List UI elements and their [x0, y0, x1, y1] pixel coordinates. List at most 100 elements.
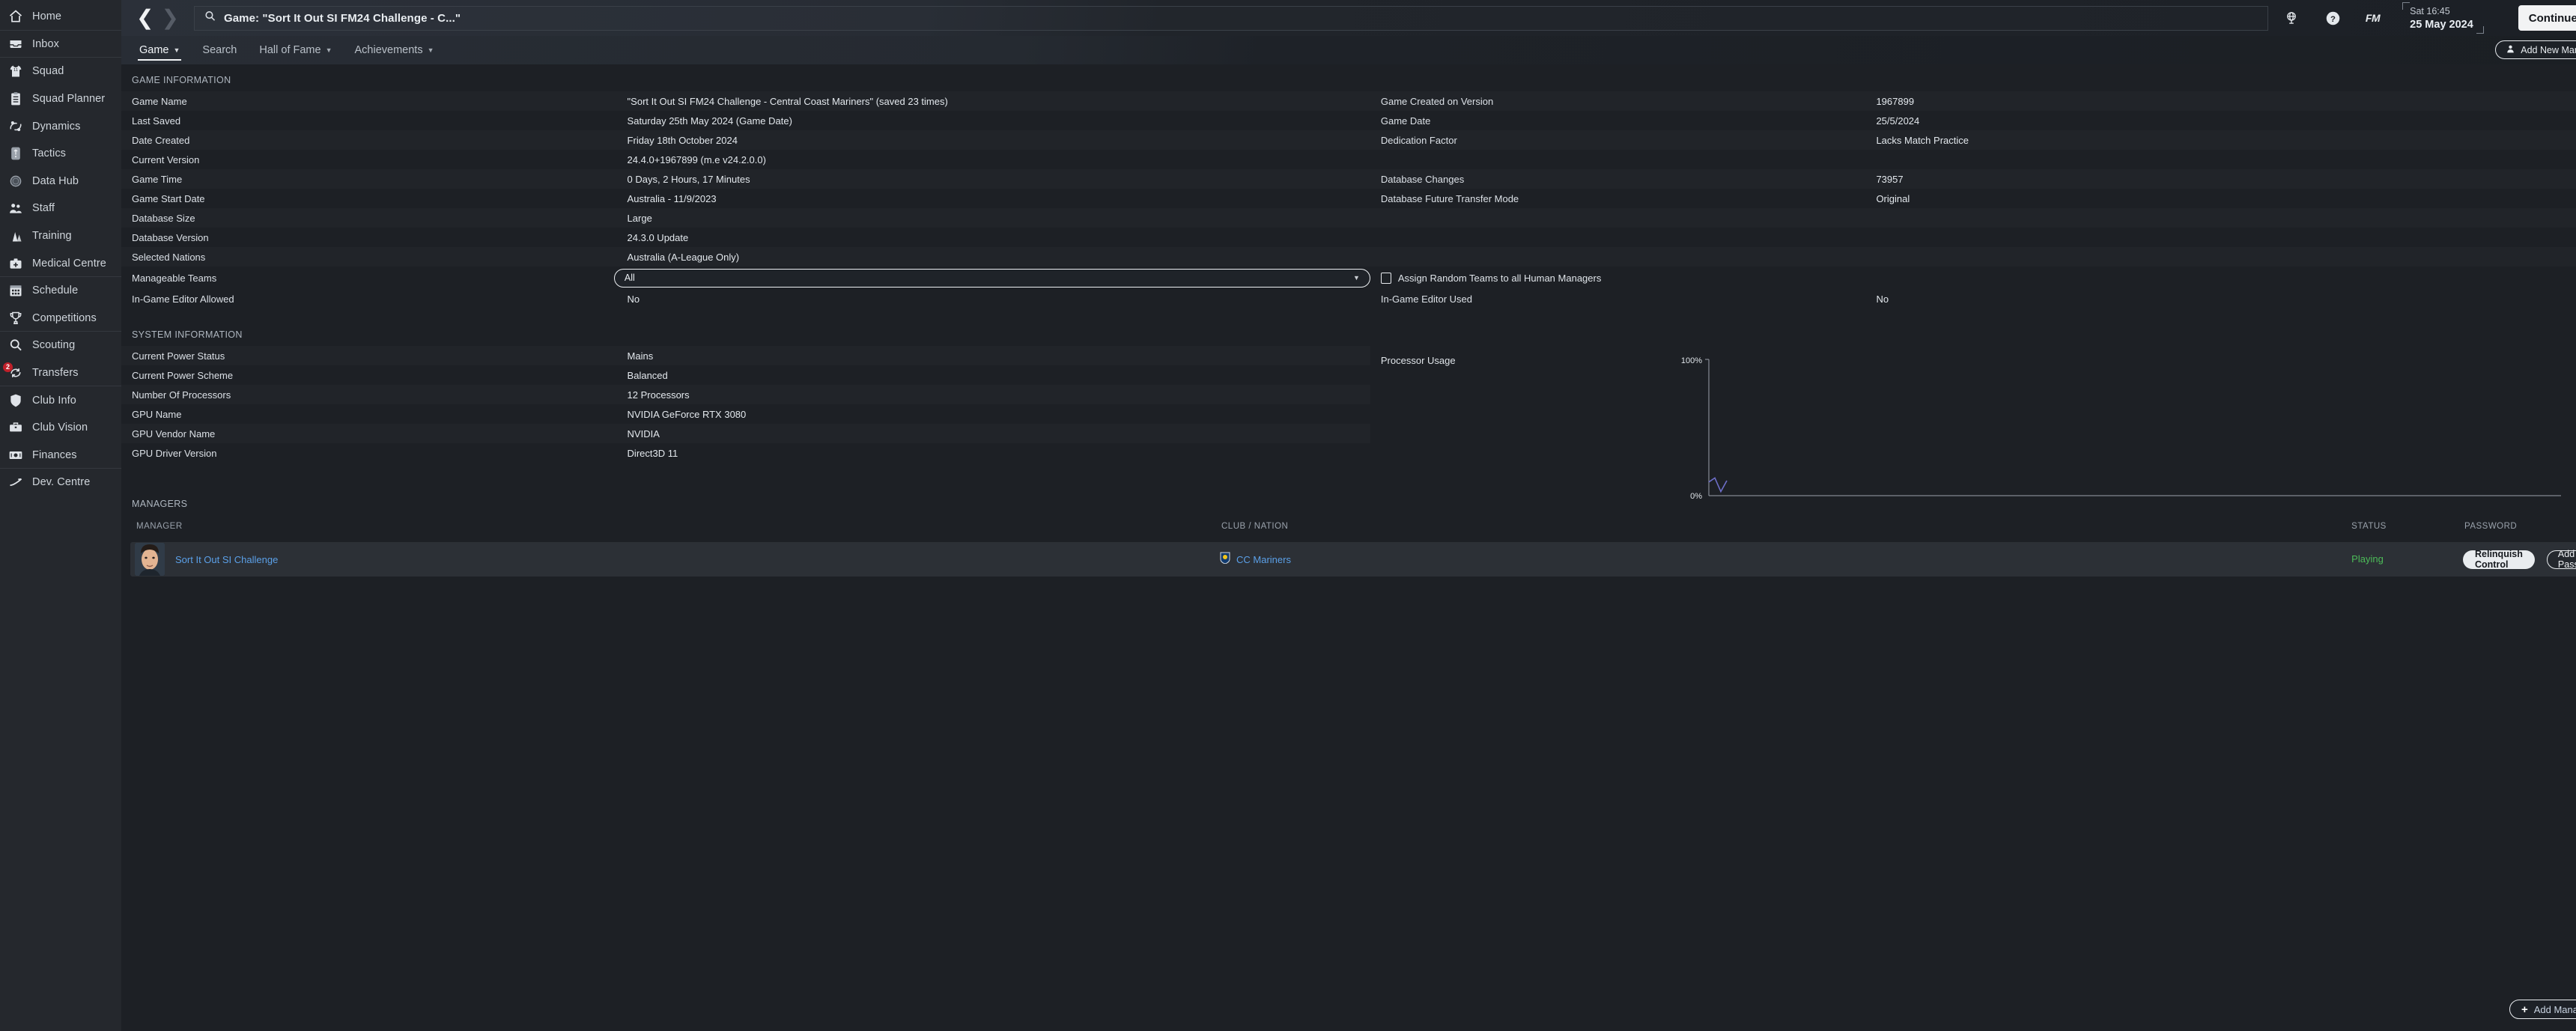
table-row: Current Power Scheme Balanced — [121, 365, 1370, 385]
clock-time: Sat 16:45 — [2410, 6, 2450, 16]
table-row: Database Version 24.3.0 Update — [121, 228, 1370, 247]
table-row: Game Date 25/5/2024 — [1370, 111, 2576, 130]
sidebar-item-training[interactable]: Training — [0, 222, 121, 250]
add-new-manager-label: Add New Manager — [2521, 44, 2576, 55]
sidebar-label: Tactics — [32, 147, 67, 160]
row-key: Selected Nations — [132, 251, 206, 263]
trophy-icon — [7, 310, 24, 326]
nav-arrows: ❮ ❯ — [121, 7, 194, 28]
chevron-down-icon: ▼ — [325, 46, 332, 54]
table-row[interactable]: Sort It Out SI Challenge CC Mariners Pla… — [130, 542, 2576, 577]
row-key: Date Created — [132, 134, 190, 146]
sidebar-item-staff[interactable]: Staff — [0, 195, 121, 222]
table-row: GPU Vendor Name NVIDIA — [121, 424, 1370, 443]
svg-text:100%: 100% — [1681, 356, 1702, 365]
row-key: Last Saved — [132, 115, 181, 127]
manager-name-link[interactable]: Sort It Out SI Challenge — [175, 554, 278, 565]
sidebar-item-competitions[interactable]: Competitions — [0, 305, 121, 332]
table-row: Number Of Processors 12 Processors — [121, 385, 1370, 404]
game-information-heading: GAME INFORMATION — [132, 75, 231, 85]
sidebar-label: Home — [32, 10, 62, 23]
tab-hall-of-fame[interactable]: Hall of Fame ▼ — [258, 36, 333, 64]
chevron-down-icon: ▼ — [173, 46, 180, 54]
table-row: Dedication Factor Lacks Match Practice — [1370, 130, 2576, 150]
sidebar-item-squad-planner[interactable]: Squad Planner — [0, 85, 121, 113]
assign-random-teams-checkbox-group[interactable]: Assign Random Teams to all Human Manager… — [1380, 272, 1602, 284]
sidebar-item-club-vision[interactable]: Club Vision — [0, 414, 121, 442]
sidebar-item-dynamics[interactable]: Dynamics — [0, 112, 121, 140]
row-key: In-Game Editor Allowed — [132, 293, 234, 305]
assign-random-teams-checkbox[interactable] — [1380, 272, 1391, 284]
table-row-empty — [1370, 228, 2576, 247]
game-clock: Sat 16:45 25 May 2024 — [2402, 2, 2484, 34]
table-row: Last Saved Saturday 25th May 2024 (Game D… — [121, 111, 1370, 130]
continue-button[interactable]: Continue ❯ — [2518, 5, 2576, 31]
club-name-link[interactable]: CC Mariners — [1236, 554, 1291, 565]
table-row: Date Created Friday 18th October 2024 — [121, 130, 1370, 150]
sidebar-label: Medical Centre — [32, 257, 106, 270]
sidebar-item-tactics[interactable]: Tactics — [0, 140, 121, 168]
search-icon — [204, 10, 216, 26]
table-row: Game Start Date Australia - 11/9/2023 — [121, 189, 1370, 208]
svg-text:0%: 0% — [1690, 492, 1702, 501]
search-bar[interactable]: Game: "Sort It Out SI FM24 Challenge - C… — [193, 5, 2268, 31]
game-information-grid: Game Name "Sort It Out SI FM24 Challenge … — [121, 91, 2576, 308]
forward-button[interactable]: ❯ — [161, 7, 178, 28]
system-info-rows: Current Power Status Mains Current Power … — [121, 346, 1370, 463]
tactics-icon — [7, 145, 24, 162]
add-manager-button[interactable]: + Add Manager — [2509, 1000, 2576, 1019]
sidebar-label: Inbox — [32, 37, 59, 50]
sidebar-item-medical-centre[interactable]: Medical Centre — [0, 249, 121, 277]
tab-search[interactable]: Search — [201, 36, 238, 64]
manager-cell: Sort It Out SI Challenge — [130, 543, 1220, 576]
sidebar-item-finances[interactable]: Finances — [0, 442, 121, 469]
staff-icon — [7, 200, 24, 216]
add-new-manager-button[interactable]: Add New Manager — [2495, 40, 2576, 59]
add-manager-label: Add Manager — [2533, 1003, 2576, 1015]
sidebar-label: Dynamics — [32, 120, 81, 133]
add-password-button[interactable]: Add Password — [2546, 549, 2576, 570]
back-button[interactable]: ❮ — [136, 7, 154, 28]
fm-logo[interactable]: FM — [2366, 12, 2381, 24]
avatar — [135, 543, 165, 576]
sidebar-item-dev-centre[interactable]: Dev. Centre — [0, 469, 121, 496]
row-key: GPU Driver Version — [132, 447, 217, 459]
table-row-empty — [1370, 247, 2576, 267]
relinquish-control-button[interactable]: Relinquish Control — [2463, 549, 2535, 570]
tab-achievements[interactable]: Achievements ▼ — [353, 36, 436, 64]
briefcase-icon — [7, 419, 24, 436]
main-area: ❮ ❯ Game: "Sort It Out SI FM24 Challenge… — [121, 0, 2576, 1031]
svg-text:?: ? — [2330, 14, 2336, 23]
sidebar-item-squad[interactable]: 11 Squad — [0, 58, 121, 85]
table-row-empty — [1370, 150, 2576, 169]
sidebar-item-transfers[interactable]: 2 Transfers — [0, 359, 121, 387]
row-key: Current Version — [132, 153, 200, 165]
column-manager: MANAGER — [136, 522, 183, 531]
sidebar-item-data-hub[interactable]: Data Hub — [0, 168, 121, 195]
manageable-teams-select[interactable]: All ▼ — [613, 268, 1370, 288]
table-row: Game Name "Sort It Out SI FM24 Challenge … — [121, 91, 1370, 111]
assign-random-teams-row: Assign Random Teams to all Human Manager… — [1370, 267, 2576, 289]
sidebar-item-schedule[interactable]: Schedule — [0, 277, 121, 305]
globe-icon[interactable] — [2282, 8, 2301, 28]
assign-random-teams-label: Assign Random Teams to all Human Manager… — [1397, 272, 1602, 284]
club-badge-icon — [1220, 552, 1230, 568]
row-value: 12 Processors — [627, 389, 690, 401]
sidebar-label: Scouting — [32, 339, 76, 352]
help-icon[interactable]: ? — [2324, 8, 2343, 28]
column-status: STATUS — [2351, 522, 2387, 531]
sidebar-item-scouting[interactable]: Scouting — [0, 332, 121, 359]
table-row: Selected Nations Australia (A-League Only… — [121, 247, 1370, 267]
row-value: Original — [1876, 192, 1910, 204]
sidebar-item-home[interactable]: Home — [0, 3, 121, 31]
money-icon — [7, 447, 24, 463]
sidebar-item-club-info[interactable]: Club Info — [0, 386, 121, 414]
game-info-right-column: Game Created on Version 1967899 Game Date… — [1370, 91, 2576, 308]
row-value: 0 Days, 2 Hours, 17 Minutes — [627, 173, 750, 185]
inbox-icon — [7, 36, 24, 52]
row-value: Australia - 11/9/2023 — [627, 192, 717, 204]
sidebar-item-inbox[interactable]: Inbox — [0, 31, 121, 58]
tab-game[interactable]: Game ▼ — [138, 36, 182, 64]
row-key: Current Power Status — [132, 350, 225, 362]
manageable-teams-row: Manageable Teams All ▼ — [121, 267, 1370, 289]
